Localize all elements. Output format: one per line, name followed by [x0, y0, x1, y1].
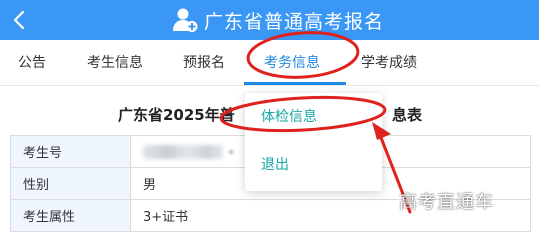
back-button[interactable]	[8, 8, 30, 32]
tab-bar: 公告 考生信息 预报名 考务信息 学考成绩	[0, 40, 539, 86]
active-tab-indicator	[244, 82, 346, 85]
watermark-text: 高考直通车	[399, 192, 494, 213]
tab-student-info[interactable]: 考生信息	[87, 40, 143, 86]
row-label-student-attribute: 考生属性	[10, 199, 131, 232]
tab-pre-registration[interactable]: 预报名	[183, 40, 225, 86]
back-chevron-icon	[13, 10, 25, 30]
tab-announcement[interactable]: 公告	[18, 40, 46, 86]
exam-affairs-dropdown: 体检信息 退出	[245, 93, 382, 191]
table-title-suffix: 息表	[392, 106, 423, 124]
app-header: 广东省普通高考报名	[0, 0, 539, 40]
page-title: 广东省普通高考报名	[204, 10, 385, 33]
menu-item-exit[interactable]: 退出	[245, 143, 382, 187]
tab-exam-affairs[interactable]: 考务信息	[264, 40, 320, 86]
tab-academic-scores[interactable]: 学考成绩	[361, 40, 417, 86]
row-label-gender: 性别	[10, 167, 131, 200]
user-add-icon	[173, 8, 198, 32]
redacted-value	[143, 144, 223, 159]
menu-item-physical-exam-info[interactable]: 体检信息	[245, 95, 382, 139]
row-label-exam-number: 考生号	[10, 135, 131, 168]
header-title-group: 广东省普通高考报名	[172, 0, 384, 40]
table-title-prefix: 广东省2025年普	[118, 106, 235, 124]
